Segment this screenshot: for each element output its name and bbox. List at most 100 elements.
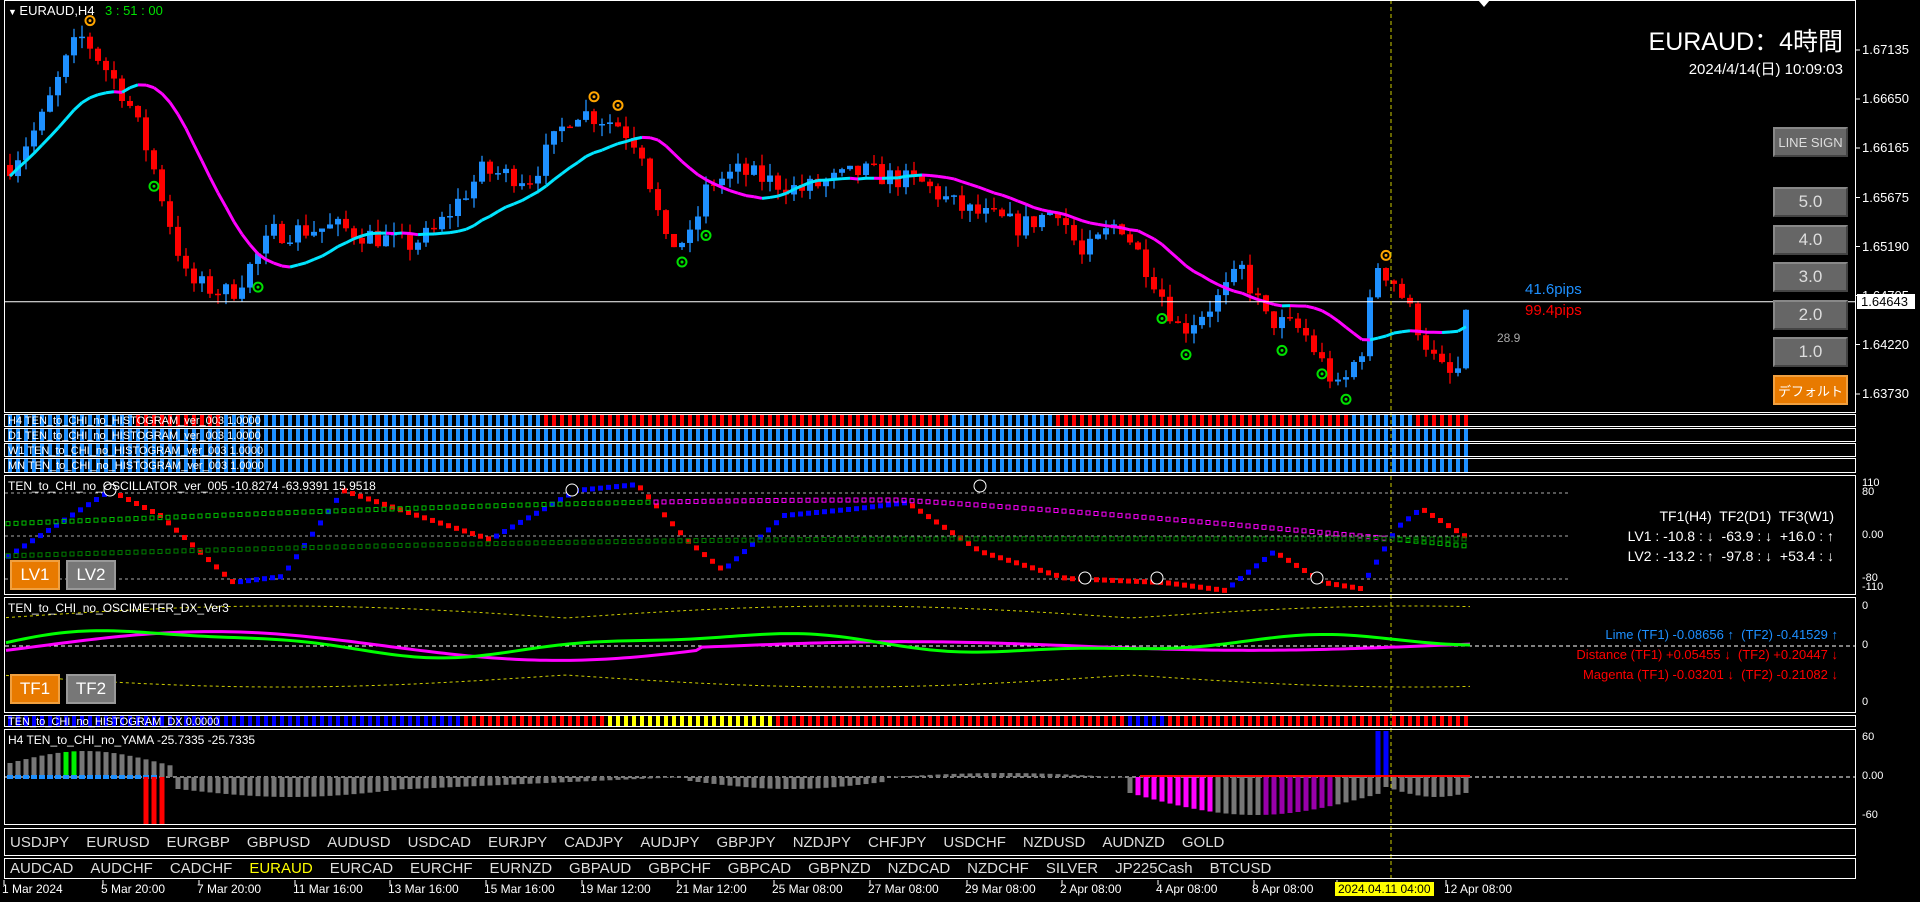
price-axis-label: 1.66165 <box>1862 140 1909 155</box>
main-chart-panel[interactable] <box>4 0 1856 413</box>
symbol-link-nzdcad[interactable]: NZDCAD <box>888 860 951 877</box>
symbol-link-audcad[interactable]: AUDCAD <box>10 860 73 877</box>
osc-axis-80: 80 <box>1862 486 1875 498</box>
time-axis-label: 7 Mar 20:00 <box>197 882 262 896</box>
d1-histogram-label: D1 TEN_to_CHI_no_HISTOGRAM_ver_003 1.000… <box>8 430 261 442</box>
oscimeter-magenta-readout: Magenta (TF1) -0.03201 ↓ (TF2) -0.21082 … <box>1582 667 1838 682</box>
symbol-link-gbpnzd[interactable]: GBPNZD <box>808 860 871 877</box>
symbol-timeframe-label[interactable]: ▼ EURAUD,H4 <box>8 3 95 18</box>
time-axis-label: 25 Mar 08:00 <box>772 882 843 896</box>
symbol-link-eurcad[interactable]: EURCAD <box>330 860 393 877</box>
symbol-link-gbpusd[interactable]: GBPUSD <box>247 834 310 851</box>
pips-red: 99.4pips <box>1525 302 1582 319</box>
level-3-button[interactable]: 3.0 <box>1773 262 1848 292</box>
dx-histogram-panel <box>4 715 1856 727</box>
mn-histogram-label: MN TEN_to_CHI_no_HISTOGRAM_ver_003 1.000… <box>8 460 264 472</box>
symbol-timeframe: EURAUD,H4 <box>19 3 95 18</box>
symbol-link-eurchf[interactable]: EURCHF <box>410 860 473 877</box>
symbol-link-eurjpy[interactable]: EURJPY <box>488 834 547 851</box>
time-axis-label: 21 Mar 12:00 <box>676 882 747 896</box>
time-axis-label: 27 Mar 08:00 <box>868 882 939 896</box>
oscillator-lv2-row: LV2 : -13.2 : ↑ -97.8 : ↓ +53.4 : ↓ <box>1627 548 1834 564</box>
level-5-button[interactable]: 5.0 <box>1773 187 1848 217</box>
pips-blue: 41.6pips <box>1525 281 1582 298</box>
time-axis-label: 2 Apr 08:00 <box>1060 882 1122 896</box>
price-axis-label: 1.63730 <box>1862 386 1909 401</box>
symbol-link-gbpaud[interactable]: GBPAUD <box>569 860 631 877</box>
time-axis-label: 11 Mar 16:00 <box>293 882 363 896</box>
dropdown-triangle-icon[interactable]: ▼ <box>8 7 19 17</box>
level-1-button[interactable]: 1.0 <box>1773 337 1848 367</box>
symbol-link-audnzd[interactable]: AUDNZD <box>1102 834 1165 851</box>
lv2-button[interactable]: LV2 <box>66 560 116 590</box>
oscillator-title: TEN_to_CHI_no_OSCILLATOR_ver_005 -10.827… <box>8 479 376 493</box>
symbol-link-jp225cash[interactable]: JP225Cash <box>1115 860 1193 877</box>
yama-axis-60: 60 <box>1862 731 1875 743</box>
chart-datetime: 2024/4/14(日) 10:09:03 <box>1688 61 1843 78</box>
tf2-button[interactable]: TF2 <box>66 674 116 704</box>
symbol-link-audchf[interactable]: AUDCHF <box>90 860 153 877</box>
osc-axis-0: 0.00 <box>1862 529 1884 541</box>
symbol-link-usdjpy[interactable]: USDJPY <box>10 834 69 851</box>
time-axis-label: 13 Mar 16:00 <box>388 882 459 896</box>
line-sign-button[interactable]: LINE SIGN <box>1773 127 1848 157</box>
symbol-link-eurnzd[interactable]: EURNZD <box>490 860 553 877</box>
symbol-link-silver[interactable]: SILVER <box>1046 860 1098 877</box>
symbol-link-eurgbp[interactable]: EURGBP <box>167 834 230 851</box>
time-axis-label: 8 Apr 08:00 <box>1252 882 1314 896</box>
symbol-link-usdcad[interactable]: USDCAD <box>408 834 471 851</box>
price-axis-label: 1.65675 <box>1862 189 1909 205</box>
symbol-list-row-2: AUDCAD AUDCHF CADCHF EURAUD EURCAD EURCHF EURN… <box>10 860 1271 877</box>
symbol-link-nzdchf[interactable]: NZDCHF <box>967 860 1029 877</box>
tf1-button[interactable]: TF1 <box>10 674 60 704</box>
level-2-button[interactable]: 2.0 <box>1773 300 1848 330</box>
time-axis-label: 15 Mar 16:00 <box>484 882 555 896</box>
price-axis-label: 1.66650 <box>1862 91 1909 106</box>
price-axis-label: 1.64220 <box>1862 336 1909 352</box>
yama-axis-minus60: -60 <box>1862 809 1878 821</box>
yama-axis-0: 0.00 <box>1862 770 1884 782</box>
symbol-link-cadchf[interactable]: CADCHF <box>170 860 233 877</box>
symbol-link-chfjpy[interactable]: CHFJPY <box>868 834 926 851</box>
symbol-link-eurusd[interactable]: EURUSD <box>86 834 149 851</box>
oscimeter-lime-readout: Lime (TF1) -0.08656 ↑ (TF2) -0.41529 ↑ <box>1605 627 1838 642</box>
symbol-link-gbpchf[interactable]: GBPCHF <box>648 860 711 877</box>
oscimeter-axis-top: 0 <box>1862 600 1869 612</box>
w1-histogram-panel <box>4 443 1856 457</box>
yama-title: H4 TEN_to_CHI_no_YAMA -25.7335 -25.7335 <box>8 733 256 747</box>
mn-histogram-panel <box>4 458 1856 473</box>
w1-histogram-label: W1 TEN_to_CHI_no_HISTOGRAM_ver_003 1.000… <box>8 445 264 457</box>
symbol-link-audusd[interactable]: AUDUSD <box>327 834 390 851</box>
level-4-button[interactable]: 4.0 <box>1773 225 1848 255</box>
symbol-link-gold[interactable]: GOLD <box>1182 834 1225 851</box>
symbol-link-euraud[interactable]: EURAUD <box>249 860 312 877</box>
chart-shift-marker-icon[interactable] <box>1478 0 1490 7</box>
dx-histogram-label: TEN_to_CHI_no_HISTOGRAM_DX 0.0000 <box>8 716 220 728</box>
symbol-link-cadjpy[interactable]: CADJPY <box>564 834 623 851</box>
osc-axis-minus110: -110 <box>1862 581 1884 593</box>
symbol-link-nzdusd[interactable]: NZDUSD <box>1023 834 1086 851</box>
symbol-link-usdchf[interactable]: USDCHF <box>943 834 1006 851</box>
oscillator-table-header: TF1(H4) TF2(D1) TF3(W1) <box>1659 508 1835 524</box>
oscillator-panel <box>4 475 1856 595</box>
d1-histogram-panel <box>4 428 1856 442</box>
time-axis-label: 2024.04.11 04:00 <box>1335 882 1434 896</box>
oscillator-lv1-row: LV1 : -10.8 : ↓ -63.9 : ↓ +16.0 : ↑ <box>1627 528 1834 544</box>
symbol-link-gbpcad[interactable]: GBPCAD <box>728 860 791 877</box>
yama-panel <box>4 729 1856 825</box>
current-price-label: 1.64643 <box>1857 294 1915 309</box>
chart-title: EURAUD：4時間 <box>1648 28 1843 56</box>
symbol-link-nzdjpy[interactable]: NZDJPY <box>793 834 851 851</box>
time-axis-label: 1 Mar 2024 <box>2 882 63 896</box>
time-axis-label: 19 Mar 12:00 <box>580 882 651 896</box>
symbol-link-gbpjpy[interactable]: GBPJPY <box>717 834 776 851</box>
price-axis-label: 1.65190 <box>1862 238 1909 254</box>
symbol-link-audjpy[interactable]: AUDJPY <box>640 834 699 851</box>
time-axis-label: 29 Mar 08:00 <box>965 882 1036 896</box>
h4-histogram-label: H4 TEN_to_CHI_no_HISTOGRAM_ver_003 1.000… <box>8 415 261 427</box>
oscimeter-axis-bottom: 0 <box>1862 696 1869 708</box>
symbol-link-btcusd[interactable]: BTCUSD <box>1210 860 1272 877</box>
default-button[interactable]: デフォルト <box>1773 375 1848 405</box>
lv1-button[interactable]: LV1 <box>10 560 60 590</box>
time-axis-label: 5 Mar 20:00 <box>101 882 166 896</box>
